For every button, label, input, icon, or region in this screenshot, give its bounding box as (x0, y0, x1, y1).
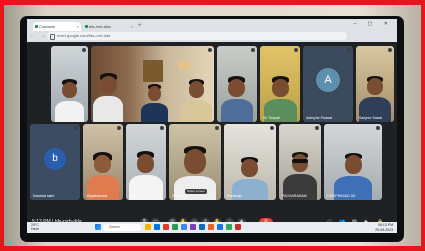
red-border (0, 0, 425, 251)
